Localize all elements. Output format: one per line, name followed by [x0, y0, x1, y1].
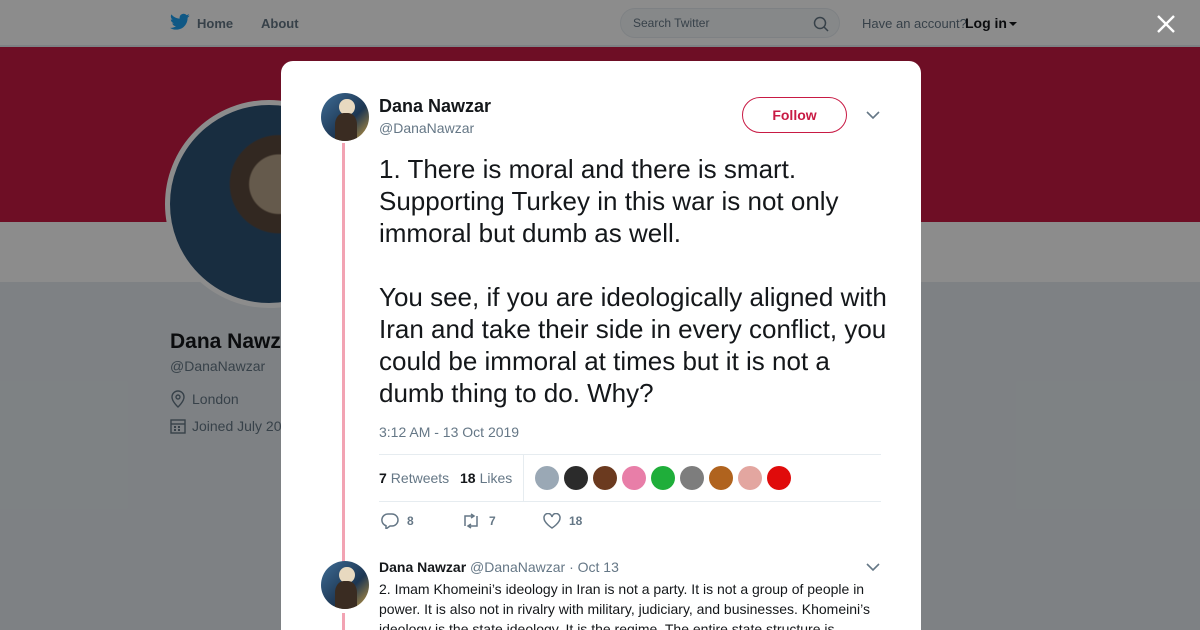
liker-avatar[interactable]: [651, 466, 675, 490]
retweet-icon: [464, 513, 478, 529]
follow-button[interactable]: Follow: [742, 97, 847, 133]
tweet-modal: Dana Nawzar @DanaNawzar Follow 1. There …: [281, 61, 921, 630]
author-name[interactable]: Dana Nawzar: [379, 96, 491, 117]
thread-line: [342, 613, 345, 630]
author-avatar[interactable]: [321, 93, 369, 141]
tweet-text: 1. There is moral and there is smart. Su…: [379, 154, 887, 408]
reply-author-name[interactable]: Dana Nawzar: [379, 559, 466, 575]
reply-button[interactable]: 8: [381, 513, 461, 529]
liker-avatar[interactable]: [738, 466, 762, 490]
tweet-stats: 7 Retweets 18 Likes: [379, 454, 881, 502]
reply-text: 2. Imam Khomeini’s ideology in Iran is n…: [379, 581, 870, 630]
author-handle[interactable]: @DanaNawzar: [379, 120, 474, 136]
retweet-count: 7: [489, 514, 496, 528]
tweet-actions: 8 7 18: [381, 513, 582, 529]
like-button[interactable]: 18: [543, 513, 582, 529]
chevron-down-icon[interactable]: [866, 110, 880, 120]
liker-avatar[interactable]: [680, 466, 704, 490]
liker-avatar[interactable]: [767, 466, 791, 490]
reply-header: Dana Nawzar @DanaNawzar · Oct 13: [379, 559, 619, 575]
retweets-label: Retweets: [390, 470, 450, 486]
reply-author-handle[interactable]: @DanaNawzar: [470, 559, 565, 575]
likes-label: Likes: [479, 470, 513, 486]
reply-icon: [381, 513, 399, 529]
liker-avatar[interactable]: [622, 466, 646, 490]
reply-date[interactable]: · Oct 13: [569, 559, 619, 575]
likers-avatars: [535, 466, 791, 490]
stats-divider: [523, 455, 524, 501]
liker-avatar[interactable]: [564, 466, 588, 490]
heart-icon: [543, 513, 561, 529]
chevron-down-icon[interactable]: [866, 562, 880, 572]
tweet-timestamp[interactable]: 3:12 AM - 13 Oct 2019: [379, 424, 519, 440]
close-icon[interactable]: [1155, 13, 1177, 35]
thread-line: [342, 143, 345, 563]
likes-stat[interactable]: 18 Likes: [460, 470, 512, 486]
like-count: 18: [569, 514, 583, 528]
liker-avatar[interactable]: [593, 466, 617, 490]
retweets-stat[interactable]: 7 Retweets: [379, 470, 449, 486]
liker-avatar[interactable]: [535, 466, 559, 490]
likes-count: 18: [460, 470, 476, 486]
reply-count: 8: [407, 514, 414, 528]
retweet-button[interactable]: 7: [461, 513, 543, 529]
retweets-count: 7: [379, 470, 387, 486]
reply-author-avatar[interactable]: [321, 561, 369, 609]
liker-avatar[interactable]: [709, 466, 733, 490]
